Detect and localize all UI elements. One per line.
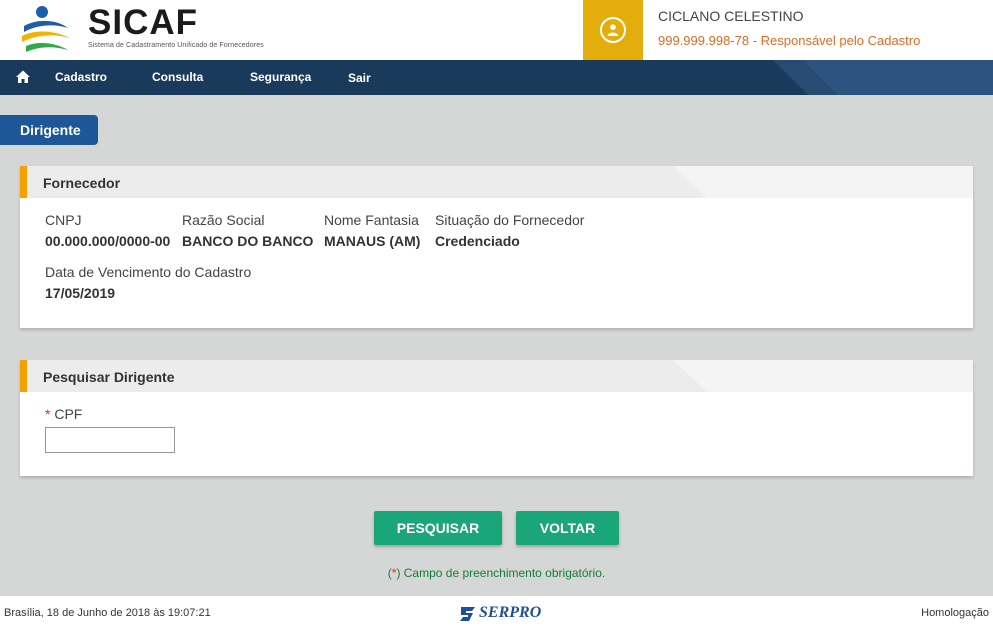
footer-environment: Homologação [921,607,989,619]
fornecedor-panel-title: Fornecedor [43,175,121,191]
user-avatar-box[interactable] [583,0,643,60]
cnpj-value: 00.000.000/0000-00 [45,233,171,249]
nome-fantasia-label: Nome Fantasia [324,212,419,228]
cpf-label-row: * CPF [45,406,82,422]
fornecedor-panel: Fornecedor CNPJ 00.000.000/0000-00 Razão… [20,166,973,328]
header: SICAF Sistema de Cadastramento Unificado… [0,0,993,60]
brand-subtitle: Sistema de Cadastramento Unificado de Fo… [88,42,264,49]
nav-item-sair[interactable]: Sair [348,71,371,85]
brand: SICAF Sistema de Cadastramento Unificado… [88,3,264,50]
nav-item-consulta[interactable]: Consulta [152,70,203,84]
brand-title: SICAF [88,3,198,42]
user-name: CICLANO CELESTINO [658,8,804,24]
pesquisar-panel-title: Pesquisar Dirigente [43,369,175,385]
footer-datetime: Brasília, 18 de Junho de 2018 às 19:07:2… [4,607,211,619]
main-nav: Cadastro Consulta Segurança Sair [0,60,993,95]
required-mark: * [45,406,51,422]
cpf-label: CPF [54,406,83,422]
footer: Brasília, 18 de Junho de 2018 às 19:07:2… [0,596,993,634]
nome-fantasia-value: MANAUS (AM) [324,233,421,249]
serpro-icon [460,607,475,621]
serpro-logo: SERPRO [458,603,541,623]
required-note: (*) Campo de preenchimento obrigatório. [0,566,993,580]
cpf-input[interactable] [45,427,175,453]
user-role: 999.999.998-78 - Responsável pelo Cadast… [658,33,921,48]
pesquisar-panel-header: Pesquisar Dirigente [20,360,973,392]
nav-item-seguranca[interactable]: Segurança [250,70,311,84]
user-icon [600,17,626,43]
note-text: ) Campo de preenchimento obrigatório. [396,566,606,580]
serpro-text: SERPRO [479,604,542,621]
voltar-button[interactable]: VOLTAR [516,511,619,545]
fornecedor-panel-header: Fornecedor [20,166,973,198]
vencimento-value: 17/05/2019 [45,285,116,301]
cnpj-label: CNPJ [45,212,82,228]
razao-social-value: BANCO DO BANCO [182,233,314,249]
situacao-value: Credenciado [435,233,520,249]
nav-item-cadastro[interactable]: Cadastro [55,70,107,84]
pesquisar-panel: Pesquisar Dirigente * CPF [20,360,973,476]
situacao-label: Situação do Fornecedor [435,212,585,228]
page-tab-dirigente: Dirigente [0,115,98,145]
sicaf-logo-icon [22,6,70,52]
vencimento-label: Data de Vencimento do Cadastro [45,264,252,280]
pesquisar-button[interactable]: PESQUISAR [374,511,502,545]
home-icon[interactable] [15,69,31,85]
razao-social-label: Razão Social [182,212,265,228]
